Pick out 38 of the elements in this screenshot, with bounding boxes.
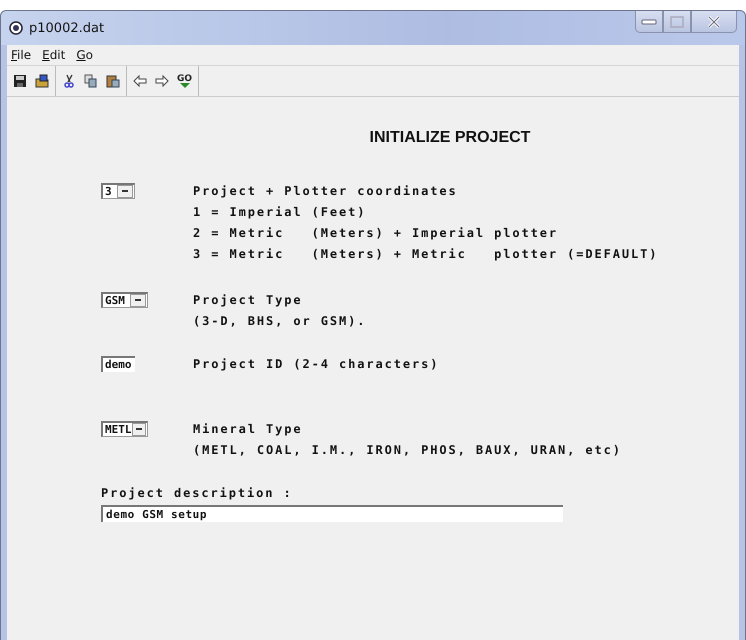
label-text: Project Type [193,292,304,309]
field-label: Project description : [101,485,294,502]
window-title: p10002.dat [29,20,104,36]
label-text: 1 = Imperial (Feet) [193,204,368,221]
copy-icon[interactable] [84,74,98,88]
close-button[interactable] [691,11,737,33]
menu-item[interactable]: Edit [42,48,66,62]
input-field[interactable]: demo [101,356,135,372]
save-icon[interactable] [13,74,27,88]
left-arrow-icon[interactable] [133,74,147,88]
app-icon [9,21,23,35]
go-button[interactable]: GO [177,74,192,88]
label-text: 2 = Metric (Meters) + Imperial plotter [193,225,559,242]
menu-item[interactable]: Go [76,48,93,62]
form-heading: INITIALIZE PROJECT [368,128,532,147]
open-folder-icon[interactable] [35,74,49,88]
right-arrow-icon[interactable] [155,74,169,88]
label-text: (3-D, BHS, or GSM). [193,313,366,330]
maximize-icon [670,16,684,28]
dropdown[interactable]: METL [101,421,148,437]
caret-icon [122,190,128,193]
label-text: Mineral Type [193,421,304,438]
caret-icon [135,299,141,302]
paste-icon[interactable] [106,74,120,88]
triangle-icon [180,82,190,88]
label-text: 3 = Metric (Meters) + Metric plotter (=DEFAULT) [193,246,658,263]
dropdown[interactable]: GSM [101,292,148,308]
minimize-button[interactable] [635,11,663,33]
label-text: (METL, COAL, I.M., IRON, PHOS, BAUX, URAN, etc) [193,442,622,459]
dropdown[interactable]: 3 [101,183,135,199]
label-text: Project ID (2-4 characters) [193,356,440,373]
close-icon [707,16,721,28]
minimize-icon [641,18,657,24]
caret-icon [136,428,142,431]
input-field[interactable]: demo GSM setup [101,505,563,522]
menu-item[interactable]: File [11,48,32,62]
scissors-icon[interactable] [62,74,76,88]
label-text: Project + Plotter coordinates [193,183,459,200]
